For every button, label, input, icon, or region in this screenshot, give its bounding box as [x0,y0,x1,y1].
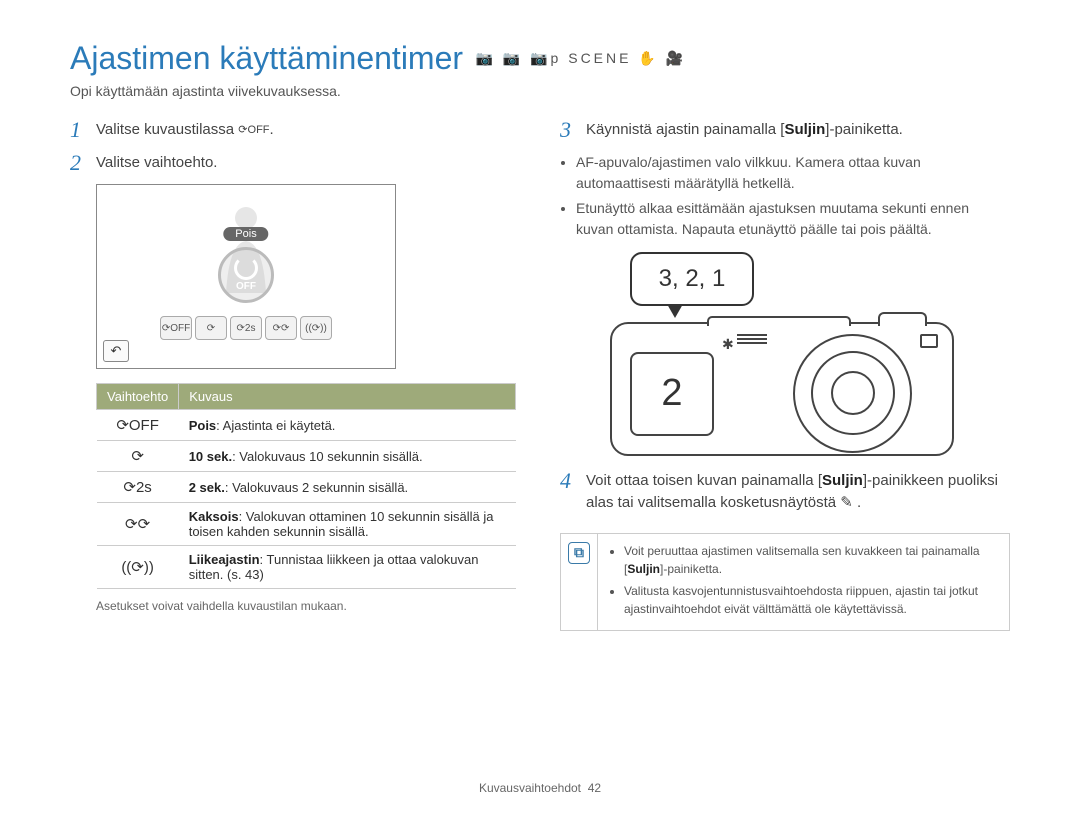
page-footer: Kuvausvaihtoehdot 42 [0,781,1080,795]
list-item: Valitusta kasvojentunnistusvaihtoehdosta… [624,582,997,618]
right-column: 3 Käynnistä ajastin painamalla [Suljin]-… [560,119,1010,631]
row-icon: ⟳2s [97,472,179,503]
option-10s[interactable]: ⟳ [195,316,227,340]
camera-illustration: 3, 2, 1 ✱ 2 [600,252,980,452]
table-row: ⟳2s 2 sek.: Valokuvaus 2 sekunnin sisäll… [97,472,516,503]
option-2s[interactable]: ⟳2s [230,316,262,340]
tip-box: ⧉ Voit peruuttaa ajastimen valitsemalla … [560,533,1010,631]
page-subtitle: Opi käyttämään ajastinta viivekuvauksess… [70,83,1010,99]
step-1-number: 1 [70,119,96,142]
step-2-text: Valitse vaihtoehto. [96,152,520,175]
timer-off-icon: ⟳OFF [238,123,269,137]
front-screen-number: 2 [630,352,714,436]
th-option: Vaihtoehto [97,384,179,410]
table-row: ((⟳)) Liikeajastin: Tunnistaa liikkeen j… [97,546,516,589]
row-icon: ⟳⟳ [97,503,179,546]
camera-screen-mock: Pois ⟳OFF ⟳ ⟳2s ⟳⟳ ((⟳)) ↶ [96,184,396,369]
list-item: AF-apuvalo/ajastimen valo vilkkuu. Kamer… [576,152,1010,194]
step-1-text: Valitse kuvaustilassa ⟳OFF. [96,119,520,142]
row-icon: ⟳ [97,441,179,472]
countdown-bubble: 3, 2, 1 [630,252,754,306]
mode-icons: 📷 📷 📷p SCENE ✋ 🎥 [475,50,686,67]
list-item: Voit peruuttaa ajastimen valitsemalla se… [624,542,997,578]
settings-note: Asetukset voivat vaihdella kuvaustilan m… [96,599,520,613]
row-icon: ⟳OFF [97,410,179,441]
lens-icon [793,334,912,453]
camera-body-icon: ✱ 2 [610,322,954,456]
left-column: 1 Valitse kuvaustilassa ⟳OFF. 2 Valitse … [70,119,520,631]
step-4-text: Voit ottaa toisen kuvan painamalla [Sulj… [586,470,1010,515]
option-motion[interactable]: ((⟳)) [300,316,332,340]
page-title: Ajastimen käyttäminentimer [70,40,463,77]
option-off[interactable]: ⟳OFF [160,316,192,340]
row-icon: ((⟳)) [97,546,179,589]
table-row: ⟳ 10 sek.: Valokuvaus 10 sekunnin sisäll… [97,441,516,472]
table-row: ⟳⟳ Kaksois: Valokuvan ottaminen 10 sekun… [97,503,516,546]
step-2-number: 2 [70,152,96,175]
timer-off-big-icon [218,247,274,303]
options-table: Vaihtoehto Kuvaus ⟳OFF Pois: Ajastinta e… [96,383,516,589]
touch-icon: ✎ [840,494,853,511]
step-3-text: Käynnistä ajastin painamalla [Suljin]-pa… [586,119,1010,142]
back-button[interactable]: ↶ [103,340,129,362]
th-desc: Kuvaus [179,384,516,410]
info-icon: ⧉ [561,534,598,630]
list-item: Etunäyttö alkaa esittämään ajastuksen mu… [576,198,1010,240]
step-3-bullets: AF-apuvalo/ajastimen valo vilkkuu. Kamer… [560,152,1010,240]
step-4-number: 4 [560,470,586,515]
step-3-number: 3 [560,119,586,142]
timer-mode-label: Pois [223,227,268,241]
timer-option-row: ⟳OFF ⟳ ⟳2s ⟳⟳ ((⟳)) [160,316,332,340]
table-row: ⟳OFF Pois: Ajastinta ei käytetä. [97,410,516,441]
option-double[interactable]: ⟳⟳ [265,316,297,340]
